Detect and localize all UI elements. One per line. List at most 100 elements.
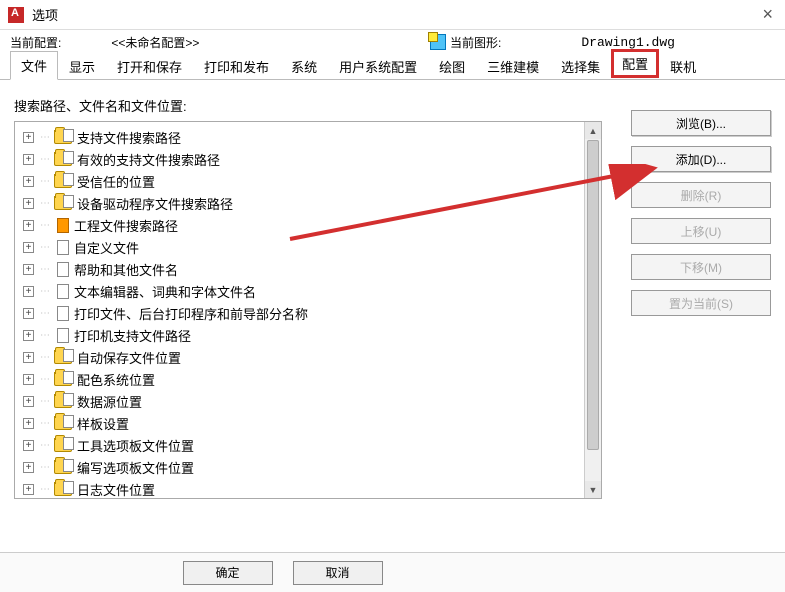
tab-5[interactable]: 用户系统配置 [328,52,428,80]
expand-icon[interactable]: + [23,440,34,451]
tab-8[interactable]: 选择集 [550,52,611,80]
expand-icon[interactable]: + [23,330,34,341]
tree-item[interactable]: +⋯文本编辑器、词典和字体文件名 [17,280,599,302]
expand-icon[interactable]: + [23,308,34,319]
delete-button[interactable]: 删除(R) [631,182,771,208]
tab-strip: 文件显示打开和保存打印和发布系统用户系统配置绘图三维建模选择集配置联机 [0,54,785,80]
expand-icon[interactable]: + [23,396,34,407]
tree-item[interactable]: +⋯配色系统位置 [17,368,599,390]
tab-3[interactable]: 打印和发布 [193,52,280,80]
move-down-button[interactable]: 下移(M) [631,254,771,280]
expand-icon[interactable]: + [23,242,34,253]
tab-0[interactable]: 文件 [10,51,58,80]
current-profile-value: <<未命名配置>> [111,34,199,51]
tree-item-label: 日志文件位置 [77,480,155,499]
tree-item[interactable]: +⋯数据源位置 [17,390,599,412]
folder-icon [54,350,72,364]
tree-item-label: 工程文件搜索路径 [74,216,178,235]
tree-item-label: 数据源位置 [77,392,142,411]
current-profile-label: 当前配置: [10,34,61,51]
tab-6[interactable]: 绘图 [428,52,476,80]
tree-item[interactable]: +⋯打印文件、后台打印程序和前导部分名称 [17,302,599,324]
current-drawing-value: Drawing1.dwg [581,35,675,50]
expand-icon[interactable]: + [23,154,34,165]
tree-item[interactable]: +⋯自动保存文件位置 [17,346,599,368]
expand-icon[interactable]: + [23,264,34,275]
folder-icon [54,438,72,452]
close-icon[interactable]: × [762,4,773,25]
expand-icon[interactable]: + [23,176,34,187]
expand-icon[interactable]: + [23,374,34,385]
info-row: 当前配置: <<未命名配置>> 当前图形: Drawing1.dwg [0,30,785,54]
tree-item[interactable]: +⋯设备驱动程序文件搜索路径 [17,192,599,214]
dialog-footer: 确定 取消 [0,552,785,592]
tree-item[interactable]: +⋯有效的支持文件搜索路径 [17,148,599,170]
tree-item-label: 帮助和其他文件名 [74,260,178,279]
app-icon [8,7,24,23]
tab-10[interactable]: 联机 [659,52,707,80]
expand-icon[interactable]: + [23,352,34,363]
tab-9[interactable]: 配置 [611,49,659,78]
tree-item-label: 有效的支持文件搜索路径 [77,150,220,169]
expand-icon[interactable]: + [23,418,34,429]
tree-item[interactable]: +⋯自定义文件 [17,236,599,258]
content-area: 搜索路径、文件名和文件位置: +⋯支持文件搜索路径+⋯有效的支持文件搜索路径+⋯… [0,80,785,542]
tree-item[interactable]: +⋯帮助和其他文件名 [17,258,599,280]
side-button-panel: 浏览(B)... 添加(D)... 删除(R) 上移(U) 下移(M) 置为当前… [631,110,771,316]
tree-item-label: 配色系统位置 [77,370,155,389]
tab-2[interactable]: 打开和保存 [106,52,193,80]
document-icon [57,306,69,321]
folder-icon [54,130,72,144]
tree-view[interactable]: +⋯支持文件搜索路径+⋯有效的支持文件搜索路径+⋯受信任的位置+⋯设备驱动程序文… [14,121,602,499]
tree-item-label: 文本编辑器、词典和字体文件名 [74,282,256,301]
folder-icon [54,174,72,188]
tree-item[interactable]: +⋯支持文件搜索路径 [17,126,599,148]
expand-icon[interactable]: + [23,132,34,143]
add-button[interactable]: 添加(D)... [631,146,771,172]
document-icon [57,262,69,277]
drawing-icon [430,34,446,50]
tree-item[interactable]: +⋯工程文件搜索路径 [17,214,599,236]
scroll-down-icon[interactable]: ▼ [585,481,601,498]
folder-icon [54,196,72,210]
tab-4[interactable]: 系统 [280,52,328,80]
tree-item[interactable]: +⋯受信任的位置 [17,170,599,192]
folder-icon [54,394,72,408]
tree-item[interactable]: +⋯打印机支持文件路径 [17,324,599,346]
tab-7[interactable]: 三维建模 [476,52,550,80]
folder-icon [54,152,72,166]
document-icon [57,328,69,343]
scroll-up-icon[interactable]: ▲ [585,122,601,139]
folder-icon [54,416,72,430]
ok-button[interactable]: 确定 [183,561,273,585]
expand-icon[interactable]: + [23,198,34,209]
tree-item[interactable]: +⋯工具选项板文件位置 [17,434,599,456]
tree-item[interactable]: +⋯编写选项板文件位置 [17,456,599,478]
expand-icon[interactable]: + [23,220,34,231]
tree-item-label: 工具选项板文件位置 [77,436,194,455]
tree-item-label: 样板设置 [77,414,129,433]
tree-item-label: 编写选项板文件位置 [77,458,194,477]
expand-icon[interactable]: + [23,462,34,473]
expand-icon[interactable]: + [23,286,34,297]
tab-1[interactable]: 显示 [58,52,106,80]
tree-item[interactable]: +⋯样板设置 [17,412,599,434]
tree-item-label: 打印机支持文件路径 [74,326,191,345]
move-up-button[interactable]: 上移(U) [631,218,771,244]
tree-item-label: 自动保存文件位置 [77,348,181,367]
tree-item[interactable]: +⋯日志文件位置 [17,478,599,499]
cancel-button[interactable]: 取消 [293,561,383,585]
current-drawing-label: 当前图形: [450,34,501,51]
expand-icon[interactable]: + [23,484,34,495]
tree-item-label: 自定义文件 [74,238,139,257]
tree-item-label: 设备驱动程序文件搜索路径 [77,194,233,213]
folder-icon [54,460,72,474]
title-bar: 选项 × [0,0,785,30]
scroll-thumb[interactable] [587,140,599,450]
folder-icon [54,372,72,386]
browse-button[interactable]: 浏览(B)... [631,110,771,136]
document-icon [57,284,69,299]
set-current-button[interactable]: 置为当前(S) [631,290,771,316]
document-icon [57,218,69,233]
scrollbar-vertical[interactable]: ▲ ▼ [584,122,601,498]
